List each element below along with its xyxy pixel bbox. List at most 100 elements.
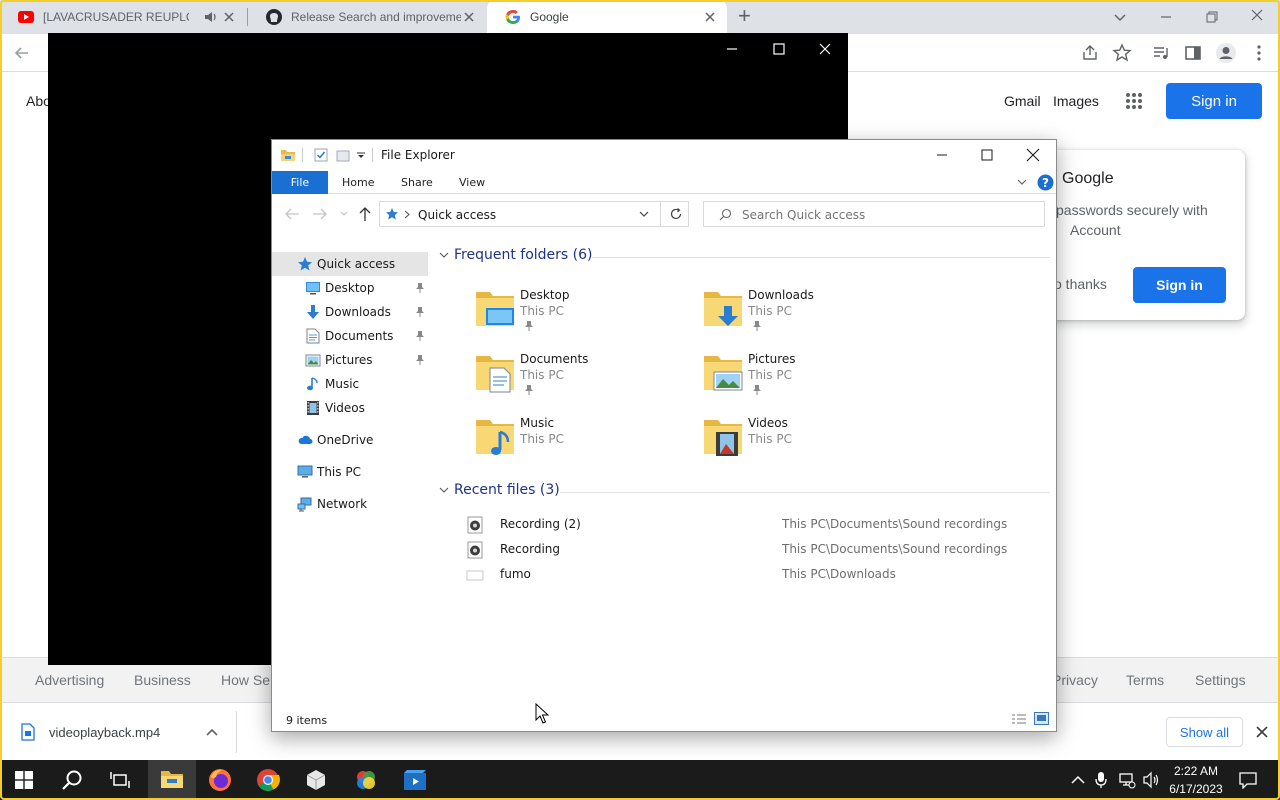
close-tab-icon[interactable] <box>222 10 236 24</box>
promo-sign-in-button[interactable]: Sign in <box>1133 267 1226 303</box>
close-icon[interactable] <box>817 41 833 57</box>
close-icon[interactable] <box>1255 725 1269 739</box>
taskbar-chrome[interactable] <box>244 760 292 800</box>
refresh-icon[interactable] <box>669 207 683 221</box>
taskbar-3d-viewer[interactable] <box>292 760 340 800</box>
no-thanks-button[interactable]: o thanks <box>1054 276 1107 292</box>
footer-how-search-works-link[interactable]: How Se <box>221 672 270 688</box>
address-bar[interactable]: Quick access <box>379 201 689 227</box>
tab-search-icon[interactable] <box>1110 7 1130 27</box>
footer-advertising-link[interactable]: Advertising <box>35 672 104 688</box>
microphone-icon[interactable] <box>1094 771 1108 789</box>
tab-file[interactable]: File <box>272 171 328 194</box>
bookmark-star-icon[interactable] <box>1112 43 1132 63</box>
network-status-icon[interactable] <box>1118 771 1136 789</box>
nav-onedrive[interactable]: OneDrive <box>272 428 428 452</box>
search-box[interactable] <box>703 201 1045 227</box>
pin-icon[interactable] <box>415 282 425 294</box>
properties-icon[interactable] <box>314 148 328 162</box>
pin-icon[interactable] <box>415 330 425 342</box>
taskbar-firefox[interactable] <box>196 760 244 800</box>
footer-settings-link[interactable]: Settings <box>1195 672 1246 688</box>
show-hidden-icons-chevron-icon[interactable] <box>1070 773 1086 787</box>
taskbar-video-editor[interactable] <box>391 760 439 800</box>
search-button[interactable] <box>48 760 96 800</box>
footer-terms-link[interactable]: Terms <box>1126 672 1164 688</box>
speaker-icon[interactable] <box>204 11 217 23</box>
sign-in-button[interactable]: Sign in <box>1166 83 1262 119</box>
nav-downloads[interactable]: Downloads <box>272 300 428 324</box>
details-view-icon[interactable] <box>1011 713 1027 725</box>
apps-grid-icon[interactable] <box>1125 92 1143 110</box>
minimize-icon[interactable] <box>1156 7 1176 27</box>
tab-google[interactable]: Google <box>487 0 727 34</box>
chevron-up-icon[interactable] <box>205 726 219 738</box>
minimize-icon[interactable] <box>934 147 950 163</box>
new-folder-icon[interactable] <box>336 148 350 162</box>
quick-access-dropdown-icon[interactable] <box>357 152 365 158</box>
folder-videos[interactable]: Videos This PC <box>702 414 922 470</box>
footer-business-link[interactable]: Business <box>134 672 191 688</box>
nav-music[interactable]: Music <box>272 372 428 396</box>
collapse-chevron-icon[interactable] <box>439 487 449 494</box>
help-icon[interactable]: ? <box>1037 174 1054 191</box>
tab-share[interactable]: Share <box>401 171 433 194</box>
folder-downloads[interactable]: Downloads This PC <box>702 286 922 342</box>
close-window-icon[interactable] <box>1247 5 1267 25</box>
footer-privacy-link[interactable]: Privacy <box>1052 672 1098 688</box>
volume-icon[interactable] <box>1142 771 1160 789</box>
frequent-folders-section[interactable]: Frequent folders (6) <box>432 247 1056 267</box>
share-icon[interactable] <box>1080 43 1100 63</box>
pin-icon[interactable] <box>415 306 425 318</box>
recent-locations-icon[interactable] <box>340 211 348 217</box>
back-arrow-icon[interactable] <box>284 207 300 221</box>
notifications-icon[interactable] <box>1238 771 1258 789</box>
nav-network[interactable]: Network <box>272 492 428 516</box>
folder-pictures[interactable]: Pictures This PC <box>702 350 922 406</box>
nav-pictures[interactable]: Pictures <box>272 348 428 372</box>
tab-view[interactable]: View <box>459 171 485 194</box>
breadcrumb-chevron-icon[interactable] <box>404 210 410 219</box>
recent-file-row[interactable]: Recording This PC\Documents\Sound record… <box>466 539 1056 561</box>
chrome-menu-icon[interactable] <box>1249 43 1269 63</box>
forward-arrow-icon[interactable] <box>312 207 328 221</box>
nav-documents[interactable]: Documents <box>272 324 428 348</box>
folder-music[interactable]: Music This PC <box>474 414 694 470</box>
address-dropdown-icon[interactable] <box>639 211 649 218</box>
clock-time[interactable]: 2:22 AM <box>1166 764 1226 778</box>
up-arrow-icon[interactable] <box>358 206 372 222</box>
explorer-title-bar[interactable]: File Explorer <box>272 140 1056 170</box>
expand-ribbon-icon[interactable] <box>1017 178 1027 186</box>
taskbar-file-explorer[interactable] <box>148 760 196 800</box>
show-all-button[interactable]: Show all <box>1166 717 1243 747</box>
large-icons-view-icon[interactable] <box>1034 712 1049 725</box>
nav-quick-access[interactable]: Quick access <box>272 252 428 276</box>
collapse-chevron-icon[interactable] <box>439 252 449 259</box>
pin-icon[interactable] <box>415 354 425 366</box>
tab-youtube[interactable]: [LAVACRUSADER REUPLOAD <box>0 0 246 34</box>
close-icon[interactable] <box>1025 147 1041 163</box>
nav-this-pc[interactable]: This PC <box>272 460 428 484</box>
download-file-name[interactable]: videoplayback.mp4 <box>49 725 160 740</box>
folder-documents[interactable]: Documents This PC <box>474 350 694 406</box>
recent-files-section[interactable]: Recent files (3) <box>432 482 1056 502</box>
restore-icon[interactable] <box>1202 7 1222 27</box>
nav-desktop[interactable]: Desktop <box>272 276 428 300</box>
new-tab-button[interactable]: + <box>738 5 751 27</box>
recent-file-row[interactable]: Recording (2) This PC\Documents\Sound re… <box>466 514 1056 536</box>
gmail-link[interactable]: Gmail <box>1004 93 1041 109</box>
back-icon[interactable] <box>12 43 32 63</box>
clock-date[interactable]: 6/17/2023 <box>1164 782 1228 796</box>
close-tab-icon[interactable] <box>462 10 476 24</box>
folder-desktop[interactable]: Desktop This PC <box>474 286 694 342</box>
maximize-icon[interactable] <box>979 147 995 163</box>
media-controls-icon[interactable] <box>1151 43 1171 63</box>
profile-avatar-icon[interactable] <box>1215 42 1237 64</box>
images-link[interactable]: Images <box>1053 93 1099 109</box>
search-input[interactable] <box>742 206 1032 223</box>
recent-file-row[interactable]: fumo This PC\Downloads <box>466 564 1056 586</box>
task-view-button[interactable] <box>96 760 144 800</box>
nav-videos[interactable]: Videos <box>272 396 428 420</box>
tab-github[interactable]: Release Search and improvemen <box>248 0 486 34</box>
minimize-icon[interactable] <box>724 41 740 57</box>
